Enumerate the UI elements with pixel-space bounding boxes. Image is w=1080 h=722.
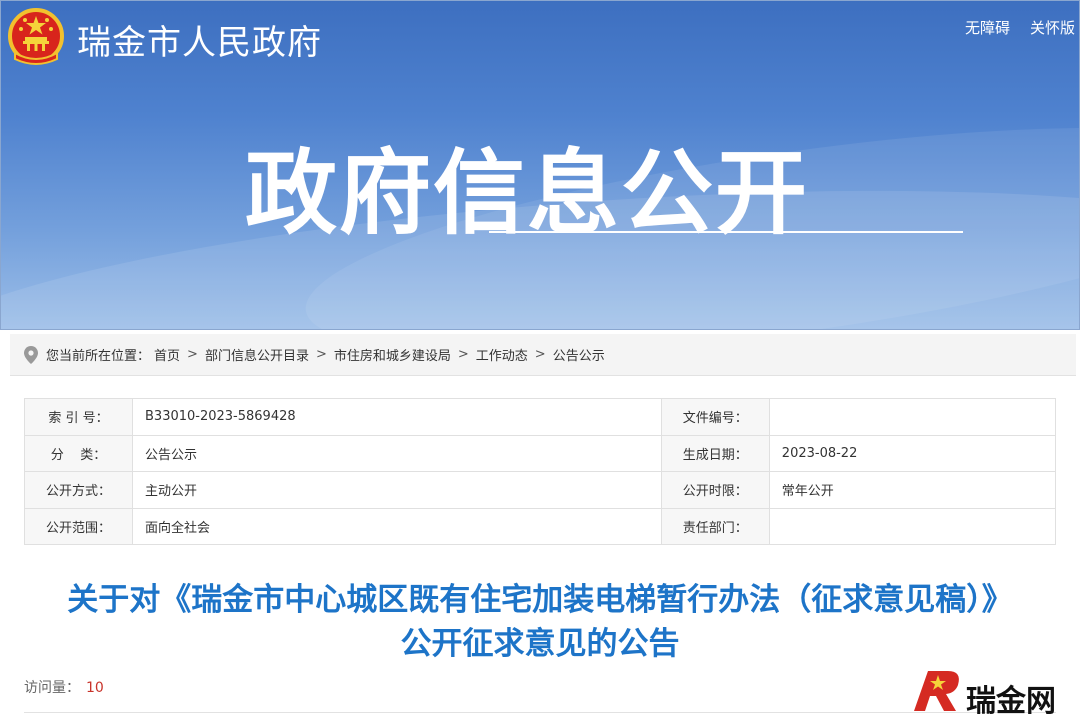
file-number-value (768, 398, 1057, 436)
watermark-text: 瑞金网 (966, 684, 1056, 719)
visit-count: 访问量： 10 (24, 677, 104, 697)
chevron-right-icon: > (534, 347, 546, 362)
chevron-right-icon: > (187, 347, 198, 362)
disclosure-method-label: 公开方式： (24, 471, 133, 509)
breadcrumb-notices[interactable]: 公告公示 (553, 345, 605, 364)
breadcrumb-home[interactable]: 首页 (154, 345, 180, 364)
elder-mode-link[interactable]: 关怀版 (1030, 17, 1075, 38)
category-value: 公告公示 (132, 434, 662, 472)
table-row: 索 引 号： B33010-2023-5869428 文件编号： (24, 398, 1057, 436)
breadcrumb-housing-bureau[interactable]: 市住房和城乡建设局 (334, 345, 451, 364)
chevron-right-icon: > (457, 347, 469, 362)
disclosure-scope-value: 面向全社会 (132, 507, 662, 545)
breadcrumb-work-news[interactable]: 工作动态 (476, 345, 528, 364)
breadcrumb-dept-catalog[interactable]: 部门信息公开目录 (205, 345, 309, 364)
responsible-dept-label: 责任部门： (660, 507, 770, 545)
visit-count-label: 访问量： (24, 680, 80, 696)
created-date-value: 2023-08-22 (768, 434, 1057, 472)
visit-count-value: 10 (86, 680, 104, 696)
chevron-right-icon: > (315, 347, 327, 362)
header-banner: 瑞金市人民政府 无障碍 关怀版 政府信息公开 (0, 0, 1080, 330)
index-number-label: 索 引 号： (24, 398, 133, 436)
disclosure-period-label: 公开时限： (660, 471, 770, 509)
breadcrumb-prefix: 您当前所在位置： (46, 349, 151, 364)
location-pin-icon (24, 345, 38, 364)
banner-title-underline (489, 231, 963, 233)
breadcrumb: 您当前所在位置： 首页 > 部门信息公开目录 > 市住房和城乡建设局 > 工作动… (10, 334, 1076, 376)
disclosure-method-value: 主动公开 (132, 471, 662, 509)
category-label: 分 类： (24, 434, 133, 472)
divider (24, 712, 1056, 713)
index-number-value: B33010-2023-5869428 (132, 398, 662, 436)
disclosure-scope-label: 公开范围： (24, 507, 133, 545)
disclosure-period-value: 常年公开 (768, 471, 1057, 509)
created-date-label: 生成日期： (660, 434, 770, 472)
responsible-dept-value (768, 507, 1057, 545)
article-title-line-1: 关于对《瑞金市中心城区既有住宅加装电梯暂行办法（征求意见稿）》 (67, 582, 1013, 618)
accessibility-link[interactable]: 无障碍 (965, 17, 1010, 38)
table-row: 公开方式： 主动公开 公开时限： 常年公开 (24, 471, 1057, 509)
article-title-line-2: 公开征求意见的公告 (400, 626, 680, 662)
article-title: 关于对《瑞金市中心城区既有住宅加装电梯暂行办法（征求意见稿）》 公开征求意见的公… (0, 578, 1080, 666)
table-row: 分 类： 公告公示 生成日期： 2023-08-22 (24, 434, 1057, 472)
file-number-label: 文件编号： (660, 398, 770, 436)
table-row: 公开范围： 面向全社会 责任部门： (24, 507, 1057, 545)
site-name[interactable]: 瑞金市人民政府 (77, 15, 322, 64)
document-info-table: 索 引 号： B33010-2023-5869428 文件编号： 分 类： 公告… (24, 398, 1057, 545)
national-emblem-icon (8, 8, 64, 65)
top-links: 无障碍 关怀版 (965, 17, 1075, 38)
